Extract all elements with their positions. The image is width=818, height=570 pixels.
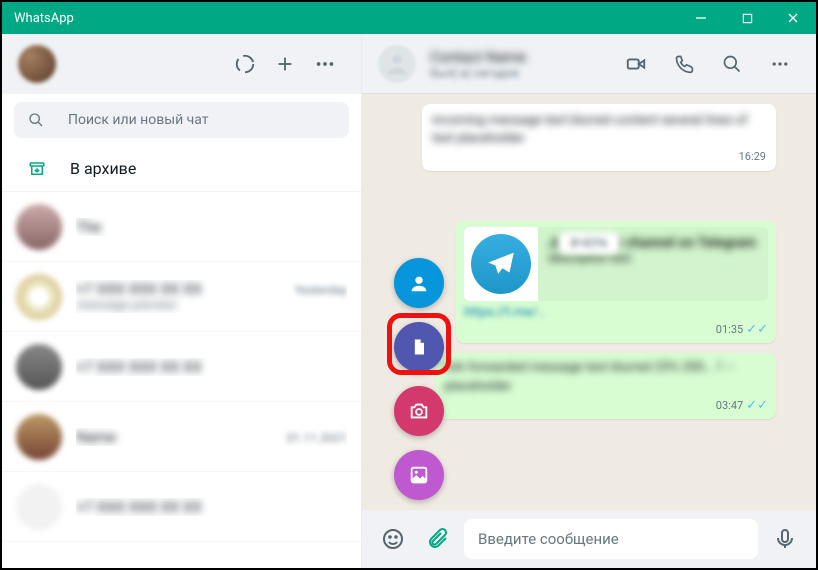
read-checks-icon: ✓✓ [746,322,768,337]
telegram-icon [464,227,538,301]
contact-name: Contact Name [430,48,616,66]
archive-icon [18,160,56,178]
chat-avatar [16,484,62,530]
chat-avatar [16,204,62,250]
attach-camera-button[interactable] [394,386,444,436]
message-input[interactable]: Введите сообщение [464,519,758,559]
message-placeholder: Введите сообщение [478,530,619,548]
search-input[interactable]: Поиск или новый чат [14,102,349,138]
chat-avatar [16,344,62,390]
mic-icon[interactable] [768,522,802,556]
attach-contact-button[interactable] [394,258,444,308]
archived-row[interactable]: В архиве [2,146,361,192]
date-chip: ВЧЕРА [558,232,619,254]
chat-avatar [16,414,62,460]
menu-icon[interactable] [305,44,345,84]
composer: Введите сообщение [362,510,816,568]
window-controls [678,2,816,34]
attach-document-button[interactable] [394,322,444,372]
minimize-button[interactable] [678,2,724,34]
sidebar-header [2,34,361,94]
message-time: 16:29 [432,150,766,163]
chat-header[interactable]: Contact Name был(-а) сегодня [362,34,816,94]
chat-menu-icon[interactable] [760,44,800,84]
titlebar: WhatsApp [2,2,816,34]
search-wrap: Поиск или новый чат [2,94,361,146]
search-placeholder: Поиск или новый чат [68,112,209,128]
window-title: WhatsApp [14,11,74,26]
chat-list-item[interactable]: +7 XXX XXX XX XXYesterday message previe… [2,262,361,332]
close-button[interactable] [770,2,816,34]
message-out[interactable]: link forwarded message text blurred 25% … [436,353,776,418]
emoji-icon[interactable] [376,522,410,556]
chat-list-item[interactable]: +7 XXX XXX XX XX [2,332,361,402]
app-body: Поиск или новый чат В архиве The +7 XXX … [2,34,816,568]
archived-label: В архиве [70,159,136,178]
contact-avatar [378,45,416,83]
messages-area[interactable]: incoming message text blurred content se… [362,94,816,510]
attach-gallery-button[interactable] [394,450,444,500]
read-checks-icon: ✓✓ [746,398,768,413]
status-icon[interactable] [225,44,265,84]
video-call-icon[interactable] [616,44,656,84]
link-url[interactable]: https://t.me/… [464,305,768,320]
my-avatar[interactable] [18,45,56,83]
voice-call-icon[interactable] [664,44,704,84]
contact-status: был(-а) сегодня [430,66,616,80]
chat-list-item[interactable]: Name01.11.2021 [2,402,361,472]
chat-panel: Contact Name был(-а) сегодня incoming me… [362,34,816,568]
chat-avatar [16,274,62,320]
attach-icon[interactable] [420,522,454,556]
chat-list: The +7 XXX XXX XX XXYesterday message pr… [2,192,361,568]
sidebar: Поиск или новый чат В архиве The +7 XXX … [2,34,362,568]
chat-search-icon[interactable] [712,44,752,84]
new-chat-icon[interactable] [265,44,305,84]
search-icon [28,112,44,128]
message-in[interactable]: incoming message text blurred content se… [422,104,776,171]
chat-list-item[interactable]: The [2,192,361,262]
attach-menu [394,258,444,500]
maximize-button[interactable] [724,2,770,34]
chat-list-item[interactable]: +7 XXX XXX XX XX [2,472,361,542]
